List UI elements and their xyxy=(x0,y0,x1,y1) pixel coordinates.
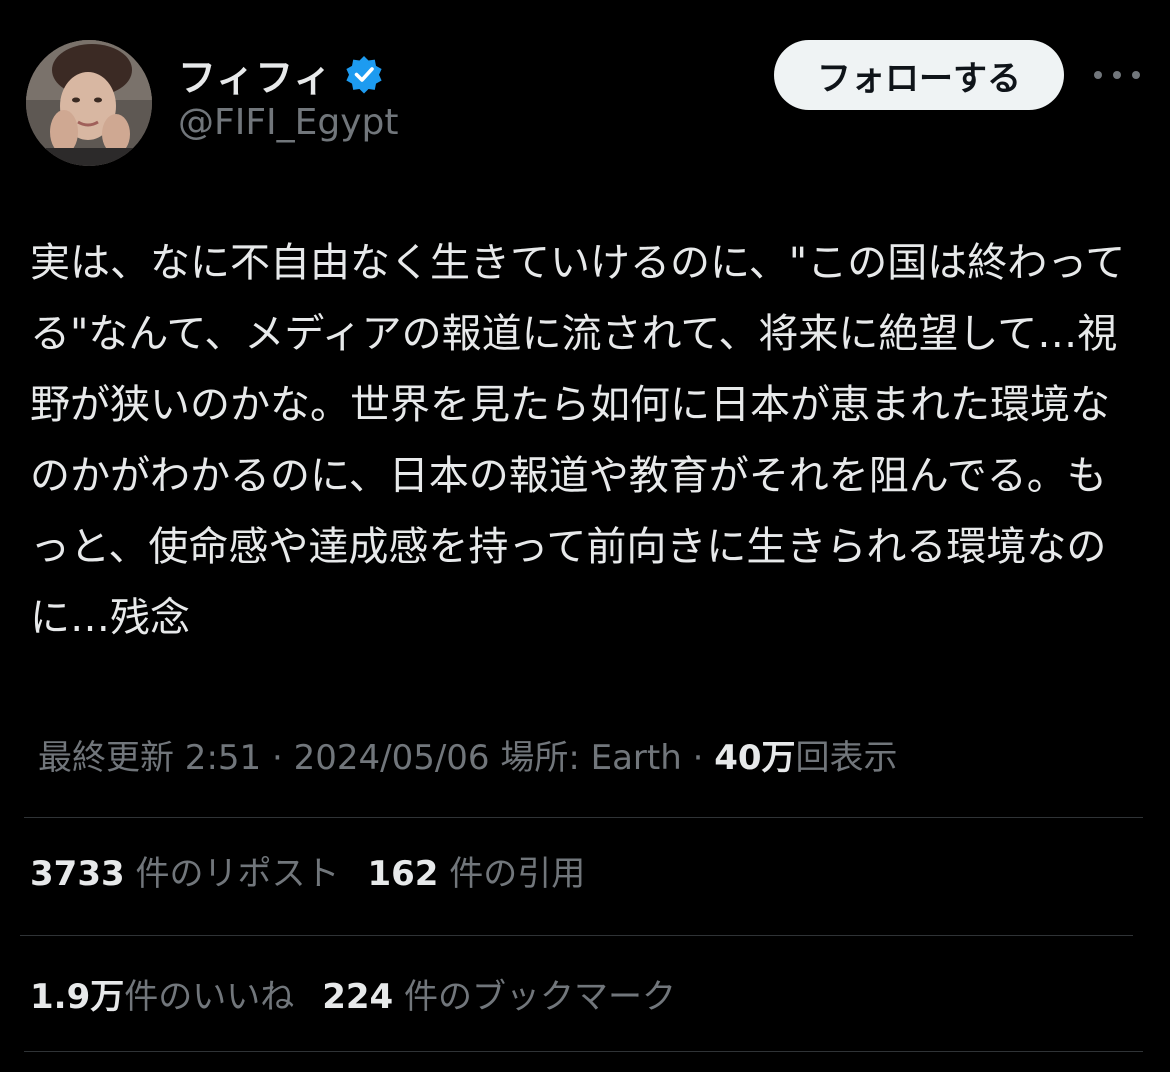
bookmarks-count: 224 xyxy=(322,977,394,1017)
reposts-label: 件のリポスト xyxy=(124,854,340,894)
user-handle[interactable]: @FIFI_Egypt xyxy=(178,102,399,143)
verified-badge-icon[interactable] xyxy=(344,54,384,94)
more-horizontal-icon[interactable] xyxy=(1094,58,1140,92)
name-row: フィフィ xyxy=(178,50,384,100)
display-name[interactable]: フィフィ xyxy=(178,47,332,102)
quotes-label: 件の引用 xyxy=(438,854,586,894)
divider xyxy=(24,1051,1143,1052)
more-dot xyxy=(1132,71,1140,79)
bookmarks-label: 件のブックマーク xyxy=(393,977,677,1017)
more-dot xyxy=(1113,71,1121,79)
stats-row-likes: 1.9万件のいいね 224 件のブックマーク xyxy=(30,973,676,1021)
avatar-image xyxy=(26,40,152,166)
tweet-text: 実は、なに不自由なく生きていけるのに、"この国は終わってる"なんて、メディアの報… xyxy=(30,240,1126,641)
likes-stat[interactable]: 1.9万件のいいね xyxy=(30,977,294,1017)
divider xyxy=(24,817,1143,818)
reposts-stat[interactable]: 3733 件のリポスト xyxy=(30,854,339,894)
reposts-count: 3733 xyxy=(30,854,125,894)
timestamp-location[interactable]: 最終更新 2:51 · 2024/05/06 場所: Earth · xyxy=(38,738,714,778)
likes-label: 件のいいね xyxy=(124,977,295,1017)
quotes-count: 162 xyxy=(367,854,439,894)
follow-button[interactable]: フォローする xyxy=(774,40,1064,110)
bookmarks-stat[interactable]: 224 件のブックマーク xyxy=(322,977,676,1017)
views-label: 回表示 xyxy=(795,738,898,778)
quotes-stat[interactable]: 162 件の引用 xyxy=(367,854,585,894)
likes-count: 1.9万 xyxy=(30,977,125,1017)
avatar[interactable] xyxy=(26,40,152,166)
views-count: 40万 xyxy=(714,738,796,778)
divider xyxy=(20,935,1133,936)
more-dot xyxy=(1094,71,1102,79)
stats-row-reposts: 3733 件のリポスト 162 件の引用 xyxy=(30,850,585,898)
tweet-meta: 最終更新 2:51 · 2024/05/06 場所: Earth · 40万回表… xyxy=(38,734,898,782)
tweet-header: フィフィ @FIFI_Egypt フォローする xyxy=(0,0,1170,190)
